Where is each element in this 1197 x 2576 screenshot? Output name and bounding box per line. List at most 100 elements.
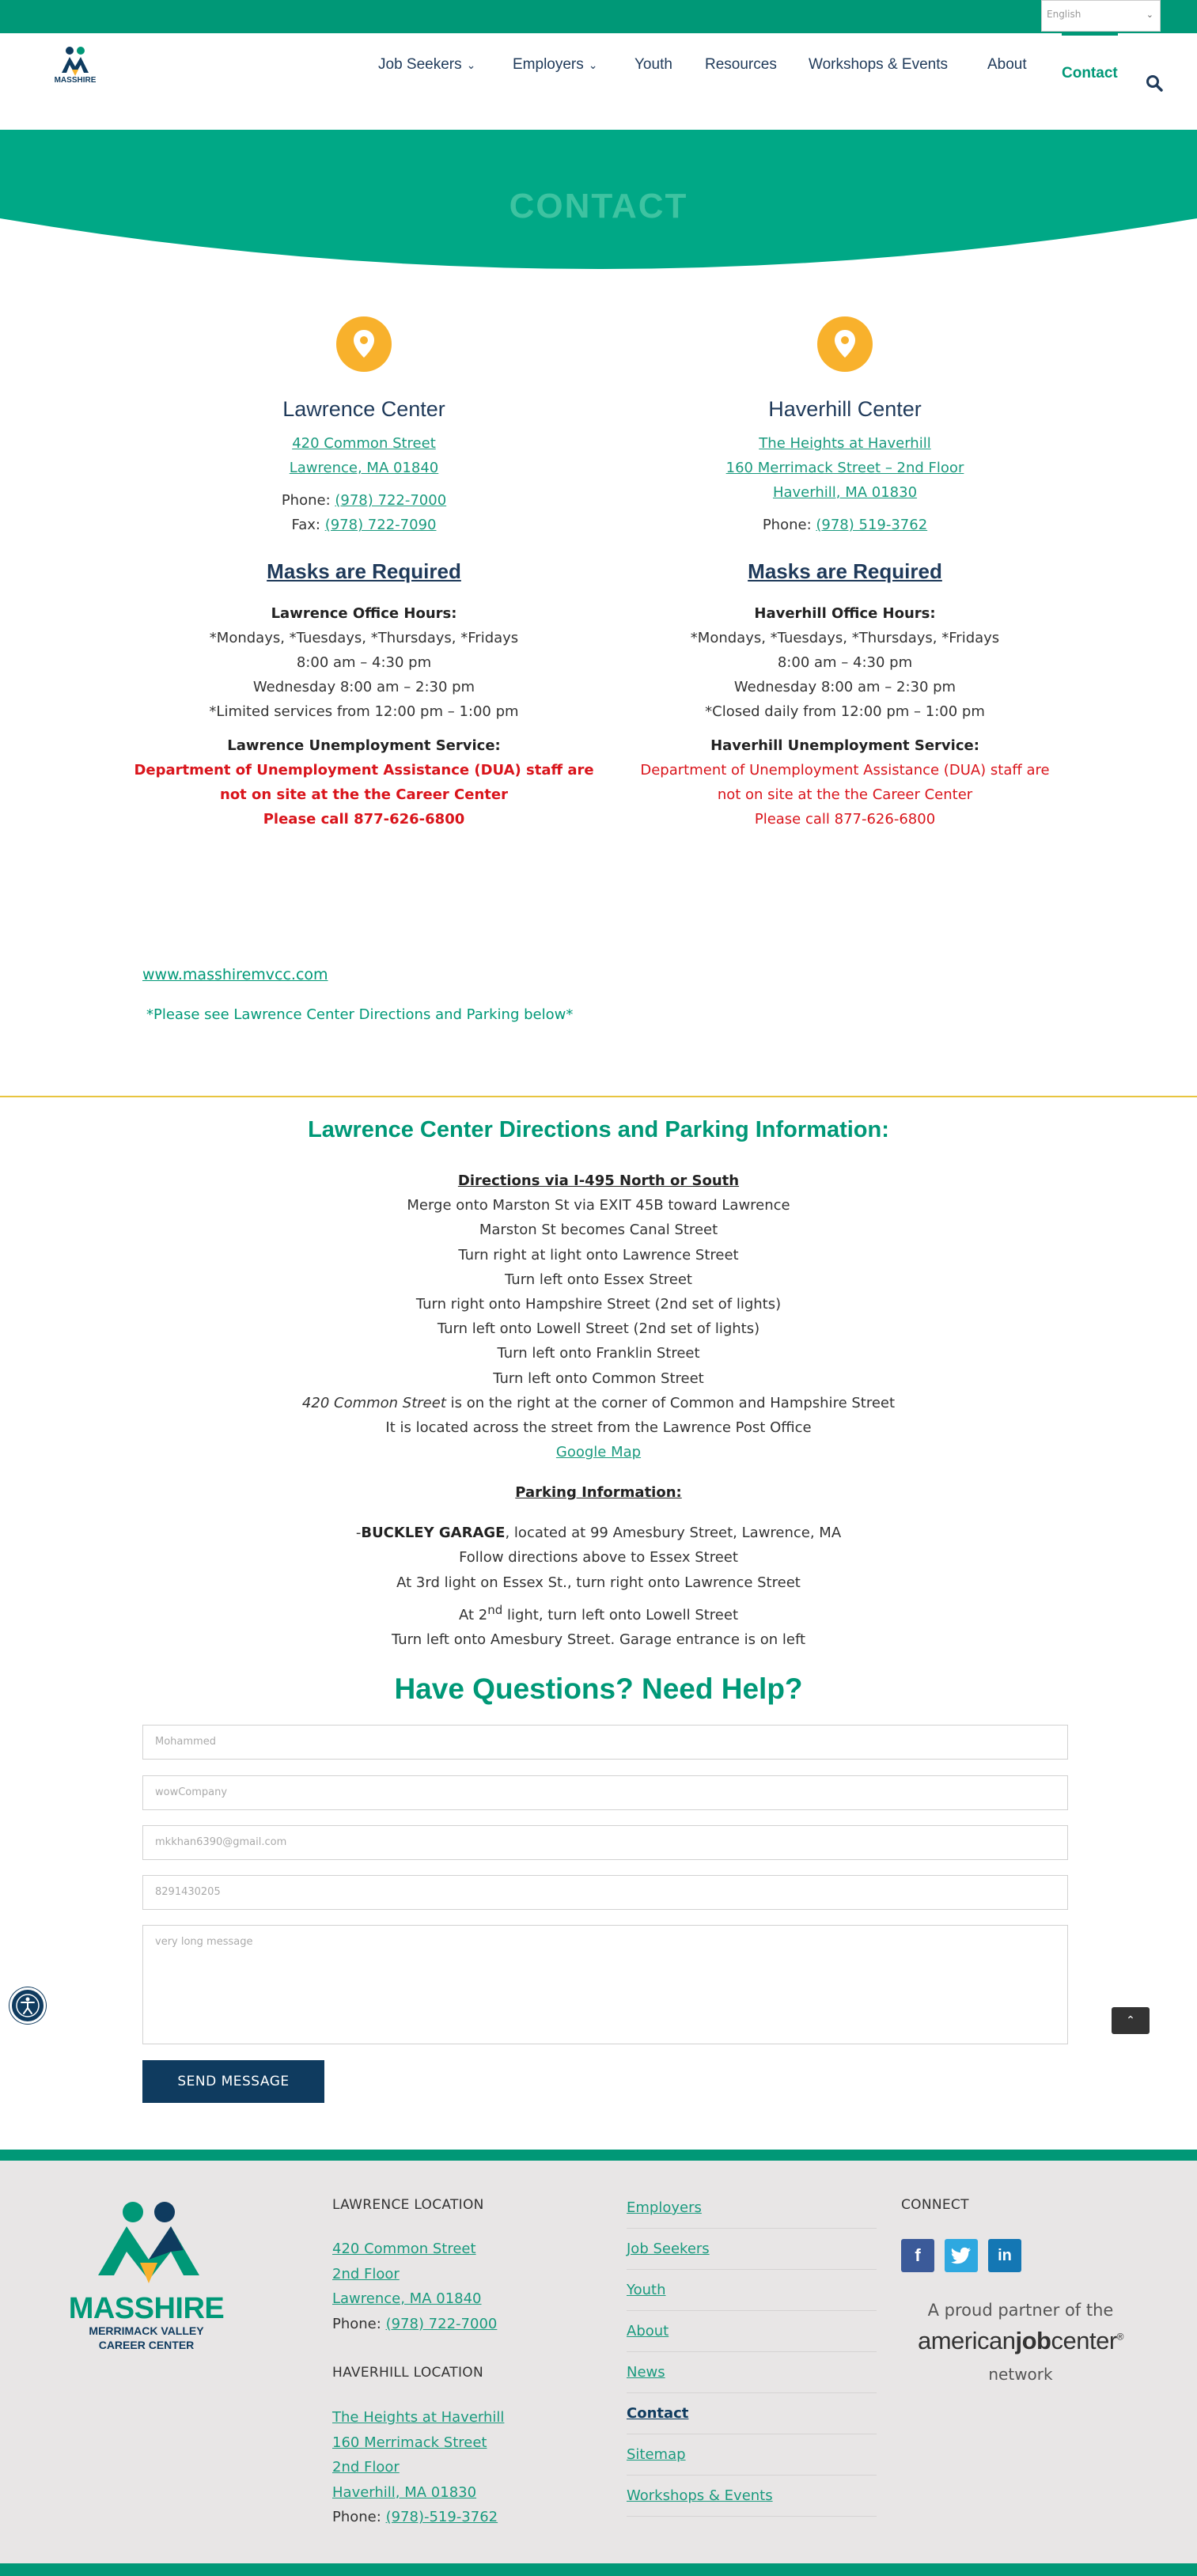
line4a: At 2	[458, 1606, 488, 1623]
direction-step: Marston St becomes Canal Street	[479, 1222, 718, 1239]
office-hours: Haverhill Office Hours: *Mondays, *Tuesd…	[568, 601, 1122, 724]
fax-link[interactable]: (978) 722-7090	[325, 517, 437, 533]
masks-required-link[interactable]: Masks are Required	[568, 559, 1122, 584]
site-header: MASSHIRE Job Seekers ⌄ Employers ⌄ Youth R…	[0, 33, 1197, 130]
footer-address-link[interactable]: The Heights at Haverhill	[332, 2405, 504, 2430]
name-field[interactable]: Mohammed	[142, 1725, 1068, 1760]
address-link[interactable]: Lawrence, MA 01840	[87, 456, 641, 480]
page-title: CONTACT	[509, 187, 688, 225]
google-map-link[interactable]: Google Map	[556, 1444, 641, 1460]
center-address: The Heights at Haverhill 160 Merrimack S…	[568, 431, 1122, 505]
language-value: English	[1047, 9, 1081, 20]
hours-line: *Mondays, *Tuesdays, *Thursdays, *Friday…	[690, 630, 1000, 646]
footer-nav-contact[interactable]: Contact	[627, 2393, 877, 2434]
nav-label: Employers	[513, 56, 584, 73]
phone-label: Phone:	[332, 2509, 381, 2525]
chevron-up-icon[interactable]: ⌃	[1112, 2007, 1150, 2034]
phone-link[interactable]: (978) 519-3762	[816, 517, 927, 533]
center-phone: Phone: (978) 722-7000 Fax: (978) 722-709…	[87, 488, 641, 537]
facebook-icon[interactable]: f	[901, 2239, 934, 2272]
nav-job-seekers[interactable]: Job Seekers ⌄	[378, 51, 475, 82]
section-divider	[0, 1096, 1197, 1097]
haverhill-center: Haverhill Center The Heights at Haverhil…	[568, 316, 1122, 832]
direction-step: Merge onto Marston St via EXIT 45B towar…	[407, 1197, 790, 1214]
footer-bottom-stripe	[0, 2563, 1197, 2576]
language-select[interactable]: English ⌄	[1041, 0, 1161, 32]
lawrence-location-heading: LAWRENCE LOCATION	[332, 2197, 484, 2213]
parking-line: -BUCKLEY GARAGE, located at 99 Amesbury …	[0, 1521, 1197, 1545]
parking-line: Follow directions above to Essex Street	[459, 1549, 738, 1566]
message-field[interactable]: very long message	[142, 1925, 1068, 2044]
brand-job: job	[1015, 2327, 1051, 2354]
address-link[interactable]: 160 Merrimack Street – 2nd Floor	[568, 456, 1122, 480]
company-field[interactable]: wowCompany	[142, 1775, 1068, 1810]
line4b: light, turn left onto Lowell Street	[502, 1606, 739, 1623]
hours-line: Wednesday 8:00 am – 2:30 pm	[733, 679, 956, 695]
accessibility-icon[interactable]	[9, 1987, 46, 2024]
footer-logo[interactable]: MASSHIRE MERRIMACK VALLEY CAREER CENTER	[47, 2198, 245, 2356]
phone-label: Phone:	[762, 517, 812, 533]
phone-label: Phone:	[281, 492, 331, 509]
linkedin-icon[interactable]: in	[988, 2239, 1021, 2272]
nav-about[interactable]: About	[987, 51, 1027, 82]
footer-phone-link[interactable]: (978) 722-7000	[386, 2316, 498, 2332]
hours-line: *Mondays, *Tuesdays, *Thursdays, *Friday…	[209, 630, 519, 646]
footer-address-link[interactable]: 160 Merrimack Street	[332, 2430, 504, 2456]
partner-line3: network	[988, 2365, 1053, 2384]
nav-youth[interactable]: Youth	[634, 51, 672, 82]
email-field[interactable]: mkkhan6390@gmail.com	[142, 1825, 1068, 1860]
parking-block: Parking Information: -BUCKLEY GARAGE, lo…	[0, 1480, 1197, 1652]
direction-step: Turn left onto Lowell Street (2nd set of…	[437, 1320, 760, 1338]
nav-employers[interactable]: Employers ⌄	[513, 51, 597, 82]
send-message-button[interactable]: SEND MESSAGE	[142, 2060, 324, 2103]
footer-address-link[interactable]: 2nd Floor	[332, 2455, 504, 2480]
registered-mark: ®	[1116, 2331, 1124, 2343]
footer-nav-news[interactable]: News	[627, 2352, 877, 2393]
address-link[interactable]: The Heights at Haverhill	[568, 431, 1122, 456]
hours-line: 8:00 am – 4:30 pm	[296, 654, 432, 671]
address-link[interactable]: Haverhill, MA 01830	[568, 480, 1122, 505]
footer-address-link[interactable]: Haverhill, MA 01830	[332, 2480, 504, 2506]
masks-required-link[interactable]: Masks are Required	[87, 559, 641, 584]
connect-heading: CONNECT	[901, 2197, 969, 2213]
hours-line: Wednesday 8:00 am – 2:30 pm	[252, 679, 475, 695]
unemployment-line: Department of Unemployment Assistance (D…	[134, 762, 594, 778]
search-icon[interactable]	[1146, 74, 1163, 92]
hours-heading: Haverhill Office Hours:	[754, 605, 936, 622]
nav-contact[interactable]: Contact	[1062, 33, 1118, 81]
garage-rest: , located at 99 Amesbury Street, Lawrenc…	[505, 1525, 842, 1542]
nav-workshops-events[interactable]: Workshops & Events	[809, 51, 948, 82]
center-name: Haverhill Center	[768, 397, 922, 421]
footer-nav-job-seekers[interactable]: Job Seekers	[627, 2229, 877, 2270]
chevron-down-icon: ⌄	[466, 59, 476, 71]
hours-line: *Limited services from 12:00 pm – 1:00 p…	[209, 703, 519, 720]
phone-field[interactable]: 8291430205	[142, 1875, 1068, 1910]
fax-label: Fax:	[291, 517, 320, 533]
footer-address-link[interactable]: 2nd Floor	[332, 2262, 497, 2287]
footer-nav-employers[interactable]: Employers	[627, 2188, 877, 2229]
footer-nav-about[interactable]: About	[627, 2311, 877, 2352]
direction-step: Turn left onto Common Street	[493, 1369, 704, 1387]
unemployment-line: Department of Unemployment Assistance (D…	[640, 762, 1050, 778]
footer-nav-sitemap[interactable]: Sitemap	[627, 2434, 877, 2476]
unemployment-service: Lawrence Unemployment Service: Departmen…	[87, 733, 641, 832]
phone-label: Phone:	[332, 2315, 381, 2332]
directions-block: Directions via I-495 North or South Merg…	[0, 1169, 1197, 1464]
footer-nav-youth[interactable]: Youth	[627, 2270, 877, 2311]
footer-nav-workshops-events[interactable]: Workshops & Events	[627, 2476, 877, 2517]
unemployment-line: Please call 877-626-6800	[263, 811, 465, 828]
footer-address-link[interactable]: Lawrence, MA 01840	[332, 2286, 497, 2312]
direction-corner: 420 Common Street is on the right at the…	[0, 1391, 1197, 1415]
twitter-icon[interactable]	[945, 2239, 978, 2272]
form-title: Have Questions? Need Help?	[394, 1673, 803, 1705]
address-link[interactable]: 420 Common Street	[87, 431, 641, 456]
partner-line1: A proud partner of the	[927, 2301, 1114, 2320]
phone-link[interactable]: (978) 722-7000	[335, 492, 446, 509]
website-link[interactable]: www.masshiremvcc.com	[142, 966, 328, 983]
american-job-center-logo[interactable]: americanjobcenter®	[902, 2327, 1139, 2355]
nav-resources[interactable]: Resources	[705, 51, 777, 82]
footer-address-link[interactable]: 420 Common Street	[332, 2237, 497, 2262]
office-hours: Lawrence Office Hours: *Mondays, *Tuesda…	[87, 601, 641, 724]
footer-phone-link[interactable]: (978)-519-3762	[386, 2509, 498, 2525]
nav-label: Job Seekers	[378, 56, 462, 73]
